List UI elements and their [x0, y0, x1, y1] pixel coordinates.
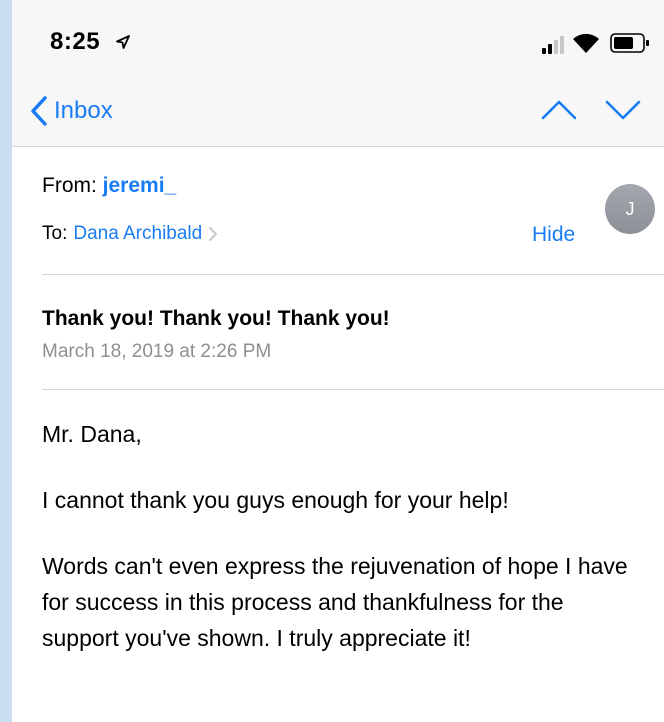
message-body: Mr. Dana, I cannot thank you guys enough…: [42, 416, 642, 656]
chevron-up-icon[interactable]: [540, 98, 578, 122]
message-header: From: jeremi_ To: Dana Archibald Hide J: [42, 146, 664, 275]
chevron-left-icon: [31, 96, 47, 126]
to-row: To: Dana Archibald: [42, 223, 218, 245]
back-to-inbox-button[interactable]: Inbox: [30, 94, 113, 128]
mail-message-screen: 8:25 Inbox From: jeremi_ To: Dana Archib…: [12, 0, 664, 722]
chevron-right-icon: [209, 227, 218, 241]
battery-icon: [610, 33, 649, 53]
status-time: 8:25: [50, 28, 101, 55]
cellular-signal-icon: [542, 36, 564, 54]
sender-avatar[interactable]: J: [605, 184, 655, 234]
to-label: To:: [42, 223, 68, 244]
body-paragraph: Words can't even express the rejuvenatio…: [42, 553, 628, 651]
chevron-down-icon[interactable]: [604, 98, 642, 122]
message-subject: Thank you! Thank you! Thank you!: [42, 307, 390, 330]
location-arrow-icon: [116, 35, 130, 49]
wifi-icon: [573, 33, 599, 53]
body-greeting: Mr. Dana,: [42, 421, 142, 447]
recipient-name-link[interactable]: Dana Archibald: [73, 223, 202, 245]
subject-section: Thank you! Thank you! Thank you! March 1…: [42, 275, 664, 390]
sender-name-link[interactable]: jeremi_: [103, 174, 177, 197]
message-date: March 18, 2019 at 2:26 PM: [42, 341, 272, 362]
from-label: From:: [42, 174, 97, 197]
body-paragraph: I cannot thank you guys enough for your …: [42, 487, 509, 513]
hide-details-button[interactable]: Hide: [532, 223, 575, 247]
avatar-initial: J: [625, 198, 635, 219]
back-button-label: Inbox: [54, 97, 113, 124]
navigation-bar: 8:25 Inbox: [12, 0, 664, 147]
from-row: From: jeremi_: [42, 174, 176, 198]
